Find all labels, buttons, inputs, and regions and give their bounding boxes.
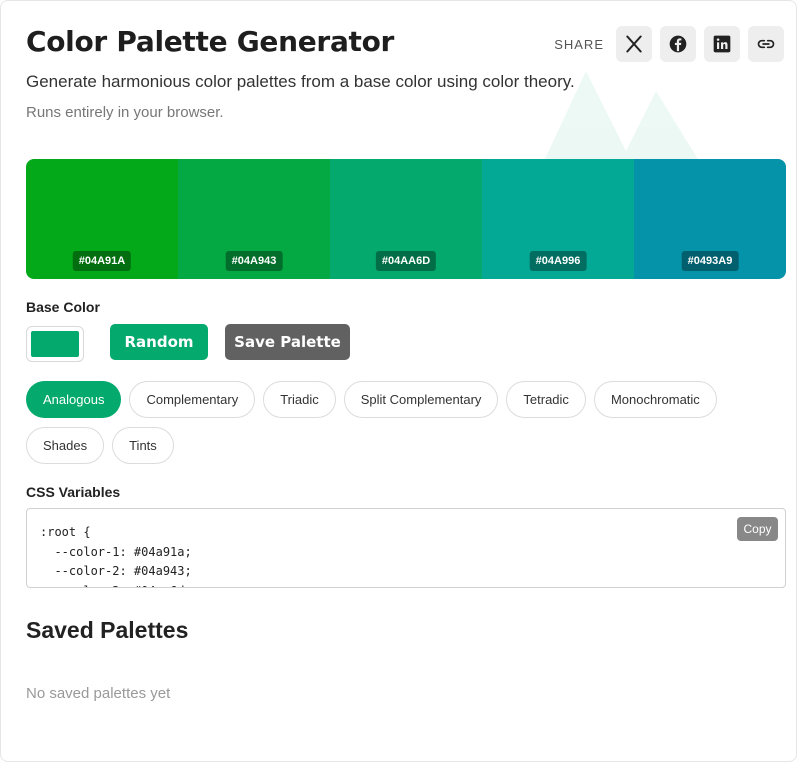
palette-swatch[interactable]: #04A91A	[26, 159, 178, 279]
saved-palettes-empty: No saved palettes yet	[26, 685, 171, 702]
swatch-hex-label: #04AA6D	[375, 251, 437, 271]
share-x-button[interactable]	[616, 26, 652, 62]
save-palette-button[interactable]: Save Palette	[225, 324, 350, 360]
scheme-tetradic[interactable]: Tetradic	[506, 381, 586, 418]
base-color-picker[interactable]	[26, 326, 84, 362]
scheme-shades[interactable]: Shades	[26, 427, 105, 464]
palette-swatch[interactable]: #0493A9	[634, 159, 786, 279]
swatch-hex-label: #04A91A	[72, 251, 132, 271]
swatch-hex-label: #04A943	[225, 251, 283, 271]
base-color-fill	[31, 331, 79, 357]
css-variables-textarea[interactable]: :root { --color-1: #04a91a; --color-2: #…	[26, 508, 786, 588]
copy-css-button[interactable]: Copy	[737, 517, 778, 541]
facebook-icon	[669, 35, 687, 53]
scheme-selector: Analogous Complementary Triadic Split Compl…	[26, 381, 786, 464]
scheme-analogous[interactable]: Analogous	[26, 381, 122, 418]
page-subtitle: Generate harmonious color palettes from …	[26, 72, 575, 91]
page-title: Color Palette Generator	[26, 25, 395, 58]
base-color-label: Base Color	[26, 299, 100, 315]
palette-swatch[interactable]: #04A996	[482, 159, 634, 279]
css-variables-label: CSS Variables	[26, 484, 121, 500]
link-icon	[757, 39, 775, 49]
scheme-monochromatic[interactable]: Monochromatic	[593, 381, 717, 418]
swatch-hex-label: #04A996	[529, 251, 587, 271]
palette-swatch[interactable]: #04AA6D	[330, 159, 482, 279]
scheme-complementary[interactable]: Complementary	[129, 381, 256, 418]
copy-link-button[interactable]	[748, 26, 784, 62]
saved-palettes-title: Saved Palettes	[26, 617, 189, 643]
palette-swatch[interactable]: #04A943	[178, 159, 330, 279]
swatch-hex-label: #0493A9	[681, 251, 739, 271]
scheme-tints[interactable]: Tints	[112, 427, 174, 464]
share-label: SHARE	[554, 36, 604, 52]
share-bar: SHARE	[554, 26, 784, 62]
palette-strip: #04A91A #04A943 #04AA6D #04A996 #0493A9	[26, 159, 786, 279]
generator-card: Color Palette Generator Generate harmoni…	[0, 0, 797, 762]
share-linkedin-button[interactable]	[704, 26, 740, 62]
share-facebook-button[interactable]	[660, 26, 696, 62]
random-button[interactable]: Random	[110, 324, 208, 360]
linkedin-icon	[713, 35, 731, 53]
page-note: Runs entirely in your browser.	[26, 104, 224, 121]
scheme-split-complementary[interactable]: Split Complementary	[343, 381, 499, 418]
x-icon	[626, 35, 642, 53]
scheme-triadic[interactable]: Triadic	[263, 381, 336, 418]
